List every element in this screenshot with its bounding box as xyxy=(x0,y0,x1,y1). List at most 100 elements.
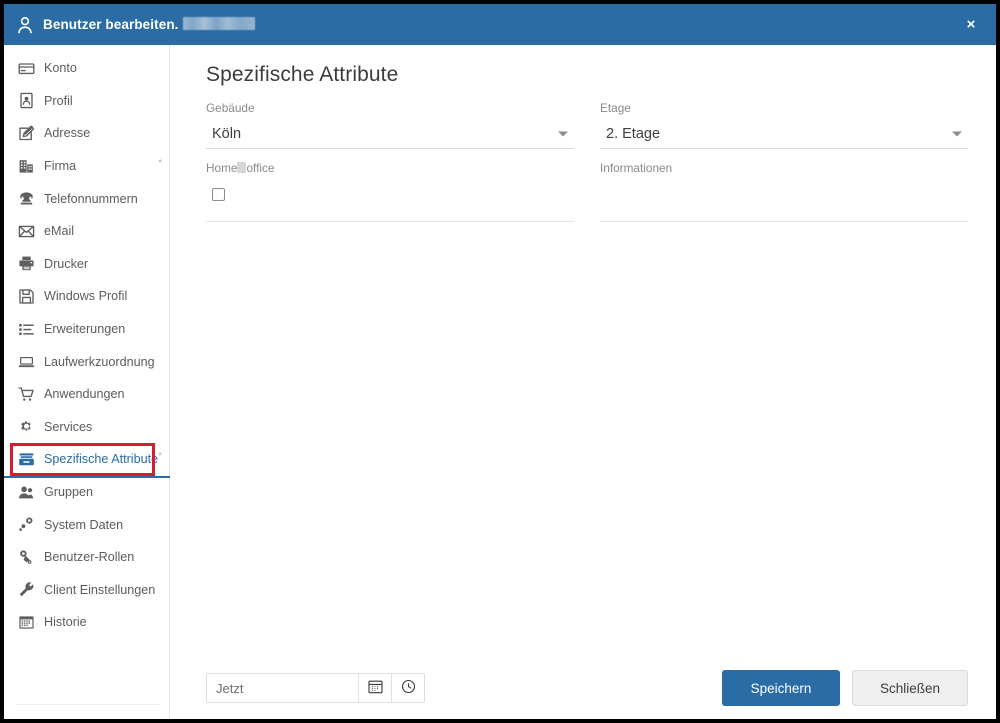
etage-value: 2. Etage xyxy=(606,126,661,143)
sidebar-item-label: Adresse xyxy=(44,126,91,141)
form-content: Spezifische Attribute Gebäude Köln Home … xyxy=(170,45,996,657)
printer-icon xyxy=(18,255,35,272)
sidebar-item-konto[interactable]: Konto xyxy=(4,52,169,85)
save-button[interactable]: Speichern xyxy=(722,670,840,706)
envelope-icon xyxy=(18,223,35,240)
building-icon xyxy=(18,158,35,175)
card-icon xyxy=(18,60,35,77)
sidebar-item-gruppen[interactable]: Gruppen xyxy=(4,476,169,509)
required-marker: * xyxy=(158,157,162,169)
field-etage: Etage 2. Etage xyxy=(600,101,968,150)
sidebar-item-firma[interactable]: Firma * xyxy=(4,150,169,183)
field-homeoffice: Home office xyxy=(206,161,574,223)
field-informationen: Informationen xyxy=(600,161,968,223)
sidebar-item-label: Firma xyxy=(44,159,77,174)
cart-icon xyxy=(18,386,35,403)
datetime-group xyxy=(206,673,425,703)
sidebar-item-label: Telefonnummern xyxy=(44,191,138,206)
sidebar-item-label: Services xyxy=(44,419,93,434)
sidebar-item-label: Profil xyxy=(44,93,73,108)
id-badge-icon xyxy=(18,92,35,109)
sidebar-item-label: Erweiterungen xyxy=(44,322,126,337)
dialog-main: Spezifische Attribute Gebäude Köln Home … xyxy=(170,45,996,719)
close-button[interactable]: Schließen xyxy=(852,670,968,706)
close-dialog-button[interactable]: × xyxy=(956,10,986,40)
floppy-disk-icon xyxy=(18,288,35,305)
sidebar-item-adresse[interactable]: Adresse xyxy=(4,117,169,150)
chevron-down-icon xyxy=(558,131,568,137)
key-user-icon xyxy=(18,549,35,566)
sidebar-item-client-einstellungen[interactable]: Client Einstellungen xyxy=(4,574,169,607)
homeoffice-label-after: office xyxy=(246,161,275,176)
informationen-label: Informationen xyxy=(600,161,673,176)
sidebar-item-drucker[interactable]: Drucker xyxy=(4,248,169,281)
sidebar-item-label: Konto xyxy=(44,61,77,76)
sidebar-item-erweiterungen[interactable]: Erweiterungen xyxy=(4,313,169,346)
sidebar-item-label: Spezifische Attribute xyxy=(44,452,159,467)
sidebar-divider xyxy=(16,704,161,705)
dialog-title: Benutzer bearbeiten. xyxy=(43,17,255,32)
dialog-footer: Speichern Schließen xyxy=(170,657,996,719)
phone-icon xyxy=(18,190,35,207)
gebaeude-value: Köln xyxy=(212,126,242,143)
dialog-title-text: Benutzer bearbeiten. xyxy=(43,17,179,32)
etage-label: Etage xyxy=(600,101,631,115)
homeoffice-row xyxy=(206,180,574,223)
user-icon xyxy=(16,15,34,35)
sidebar-item-telefonnummern[interactable]: Telefonnummern xyxy=(4,182,169,215)
form-column-left: Gebäude Köln Home office xyxy=(206,101,574,223)
sidebar-item-windows-profil[interactable]: Windows Profil xyxy=(4,280,169,313)
edit-user-dialog: Benutzer bearbeiten. × Konto Profil Adress… xyxy=(4,4,996,719)
sidebar-item-label: Laufwerkzuordnung xyxy=(44,354,155,369)
required-marker: * xyxy=(158,451,162,463)
datetime-input[interactable] xyxy=(207,674,358,702)
redacted-username xyxy=(182,17,255,30)
etage-select[interactable]: 2. Etage xyxy=(600,120,968,150)
gebaeude-select[interactable]: Köln xyxy=(206,120,574,150)
form-column-right: Etage 2. Etage Informationen xyxy=(600,101,968,223)
users-icon xyxy=(18,484,35,501)
page-title: Spezifische Attribute xyxy=(206,63,399,86)
sidebar-item-label: Historie xyxy=(44,615,87,630)
calendar-icon xyxy=(18,614,35,631)
sidebar-item-historie[interactable]: Historie xyxy=(4,606,169,639)
sidebar-item-label: Gruppen xyxy=(44,485,94,500)
sidebar-item-label: Benutzer-Rollen xyxy=(44,550,135,565)
wrench-icon xyxy=(18,581,35,598)
sidebar-item-spezifische-attribute[interactable]: Spezifische Attribute * xyxy=(4,443,170,478)
edit-square-icon xyxy=(18,125,35,142)
sidebar-item-profil[interactable]: Profil xyxy=(4,85,169,118)
clock-icon xyxy=(401,679,416,697)
dialog-sidebar: Konto Profil Adresse Firma * Telefonnummern eM… xyxy=(4,45,170,719)
informationen-textarea[interactable] xyxy=(600,180,968,223)
sidebar-item-laufwerkzuordnung[interactable]: Laufwerkzuordnung xyxy=(4,345,169,378)
drawer-icon xyxy=(18,451,35,468)
nodes-icon xyxy=(18,516,35,533)
sidebar-item-label: eMail xyxy=(44,224,75,239)
dialog-body: Konto Profil Adresse Firma * Telefonnummern eM… xyxy=(4,45,996,719)
calendar-icon xyxy=(367,679,383,697)
clock-icon-button[interactable] xyxy=(391,674,424,702)
field-gebaeude: Gebäude Köln xyxy=(206,101,574,150)
chevron-down-icon xyxy=(952,131,962,137)
monitor-icon xyxy=(18,353,35,370)
homeoffice-label: Home office xyxy=(206,161,574,175)
gear-icon xyxy=(18,418,35,435)
sidebar-item-label: Client Einstellungen xyxy=(44,582,156,597)
sidebar-item-label: Windows Profil xyxy=(44,289,128,304)
homeoffice-label-before: Home xyxy=(206,161,238,176)
gebaeude-label: Gebäude xyxy=(206,101,255,115)
sidebar-item-anwendungen[interactable]: Anwendungen xyxy=(4,378,169,411)
sidebar-item-label: System Daten xyxy=(44,517,124,532)
form-grid: Gebäude Köln Home office Etage 2. Etage … xyxy=(198,101,968,223)
calendar-icon-button[interactable] xyxy=(358,674,391,702)
list-icon xyxy=(18,321,35,338)
sidebar-item-label: Anwendungen xyxy=(44,387,125,402)
sidebar-item-services[interactable]: Services xyxy=(4,411,169,444)
sidebar-item-system-daten[interactable]: System Daten xyxy=(4,508,169,541)
sidebar-item-label: Drucker xyxy=(44,256,89,271)
homeoffice-checkbox[interactable] xyxy=(212,188,225,202)
sidebar-item-benutzer-rollen[interactable]: Benutzer-Rollen xyxy=(4,541,169,574)
sidebar-item-email[interactable]: eMail xyxy=(4,215,169,248)
dialog-titlebar: Benutzer bearbeiten. × xyxy=(4,4,996,45)
